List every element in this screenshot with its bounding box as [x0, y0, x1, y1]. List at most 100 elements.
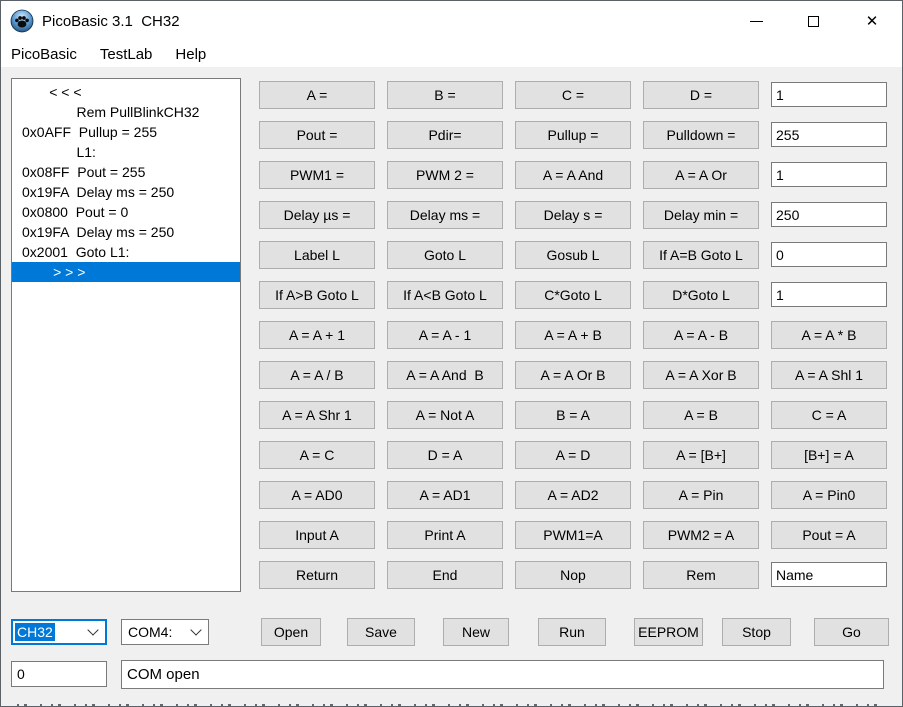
titlebar: PicoBasic 3.1 CH32 ✕ — [1, 1, 902, 41]
value-input[interactable] — [771, 202, 887, 227]
menu-picobasic[interactable]: PicoBasic — [3, 43, 85, 66]
grid-button[interactable]: If A=B Goto L — [643, 241, 759, 269]
grid-button[interactable]: If A<B Goto L — [387, 281, 503, 309]
value-input[interactable] — [771, 242, 887, 267]
grid-button[interactable]: A = A Xor B — [643, 361, 759, 389]
code-listbox[interactable]: < < < Rem PullBlinkCH320x0AFF Pullup = 2… — [11, 78, 241, 592]
grid-button[interactable]: A = A + B — [515, 321, 631, 349]
code-line[interactable]: Rem PullBlinkCH32 — [12, 102, 240, 122]
open-button[interactable]: Open — [261, 618, 321, 646]
grid-button[interactable]: A = A Shr 1 — [259, 401, 375, 429]
code-line[interactable]: < < < — [12, 82, 240, 102]
grid-button[interactable]: Label L — [259, 241, 375, 269]
value-input[interactable] — [771, 282, 887, 307]
grid-button[interactable]: Pdir= — [387, 121, 503, 149]
name-input[interactable] — [771, 562, 887, 587]
code-line[interactable]: 0x19FA Delay ms = 250 — [12, 182, 240, 202]
grid-button[interactable]: A = A And — [515, 161, 631, 189]
grid-button[interactable]: C = — [515, 81, 631, 109]
grid-button[interactable]: B = A — [515, 401, 631, 429]
grid-button[interactable]: Pout = — [259, 121, 375, 149]
grid-button[interactable]: A = C — [259, 441, 375, 469]
eeprom-button[interactable]: EEPROM — [634, 618, 703, 646]
grid-button[interactable]: Pullup = — [515, 121, 631, 149]
stop-button[interactable]: Stop — [722, 618, 791, 646]
code-line-selected[interactable]: > > > — [12, 262, 240, 282]
paw-app-icon[interactable] — [10, 9, 34, 33]
grid-button[interactable]: A = AD2 — [515, 481, 631, 509]
run-button[interactable]: Run — [538, 618, 606, 646]
grid-button[interactable]: Delay µs = — [259, 201, 375, 229]
grid-button[interactable]: A = A / B — [259, 361, 375, 389]
grid-button[interactable]: Pulldown = — [643, 121, 759, 149]
value-input[interactable] — [771, 82, 887, 107]
grid-button[interactable]: D = A — [387, 441, 503, 469]
status-message-input[interactable] — [121, 660, 884, 689]
menu-help[interactable]: Help — [167, 43, 214, 66]
grid-button[interactable]: A = A Or — [643, 161, 759, 189]
code-line[interactable]: 0x0800 Pout = 0 — [12, 202, 240, 222]
grid-button[interactable]: Nop — [515, 561, 631, 589]
grid-button[interactable]: A = Pin0 — [771, 481, 887, 509]
code-line[interactable]: 0x2001 Goto L1: — [12, 242, 240, 262]
grid-button[interactable]: A = [B+] — [643, 441, 759, 469]
counter-input[interactable] — [11, 661, 107, 687]
grid-button[interactable]: A = — [259, 81, 375, 109]
grid-button[interactable]: A = Pin — [643, 481, 759, 509]
new-button[interactable]: New — [443, 618, 509, 646]
code-line[interactable]: 0x0AFF Pullup = 255 — [12, 122, 240, 142]
grid-button[interactable]: Print A — [387, 521, 503, 549]
grid-button[interactable]: A = A - B — [643, 321, 759, 349]
grid-button[interactable]: Delay s = — [515, 201, 631, 229]
grid-button[interactable]: [B+] = A — [771, 441, 887, 469]
code-line[interactable]: 0x08FF Pout = 255 — [12, 162, 240, 182]
device-combobox[interactable]: CH32 — [11, 619, 107, 645]
code-line[interactable]: L1: — [12, 142, 240, 162]
grid-button[interactable]: D = — [643, 81, 759, 109]
grid-button[interactable]: PWM1 = — [259, 161, 375, 189]
close-icon: ✕ — [866, 14, 879, 29]
grid-button[interactable]: Delay min = — [643, 201, 759, 229]
grid-button[interactable]: Rem — [643, 561, 759, 589]
grid-button[interactable]: A = A And B — [387, 361, 503, 389]
grid-button[interactable]: D*Goto L — [643, 281, 759, 309]
grid-button[interactable]: If A>B Goto L — [259, 281, 375, 309]
grid-button[interactable]: Gosub L — [515, 241, 631, 269]
grid-button[interactable]: PWM2 = A — [643, 521, 759, 549]
grid-button[interactable]: B = — [387, 81, 503, 109]
value-input[interactable] — [771, 162, 887, 187]
close-button[interactable]: ✕ — [849, 1, 895, 41]
grid-button[interactable]: A = AD0 — [259, 481, 375, 509]
value-input[interactable] — [771, 122, 887, 147]
save-button[interactable]: Save — [347, 618, 415, 646]
grid-row: A = A / B A = A And B A = A Or B A = A Xor … — [259, 361, 899, 389]
grid-row: A = B = C = D = — [259, 81, 899, 109]
grid-button[interactable]: A = AD1 — [387, 481, 503, 509]
port-combobox[interactable]: COM4: — [121, 619, 209, 645]
grid-button[interactable]: PWM 2 = — [387, 161, 503, 189]
go-button[interactable]: Go — [814, 618, 889, 646]
maximize-button[interactable] — [790, 1, 836, 41]
grid-button[interactable]: Delay ms = — [387, 201, 503, 229]
grid-button[interactable]: End — [387, 561, 503, 589]
command-grid: A = B = C = D = Pout = Pdir= Pullup = Pulldown … — [259, 81, 899, 601]
grid-button[interactable]: Goto L — [387, 241, 503, 269]
grid-button[interactable]: Input A — [259, 521, 375, 549]
grid-button[interactable]: A = A - 1 — [387, 321, 503, 349]
grid-button[interactable]: A = A * B — [771, 321, 887, 349]
menubar: PicoBasic TestLab Help — [1, 41, 902, 67]
grid-button[interactable]: PWM1=A — [515, 521, 631, 549]
menu-testlab[interactable]: TestLab — [92, 43, 161, 66]
grid-button[interactable]: A = Not A — [387, 401, 503, 429]
grid-button[interactable]: A = B — [643, 401, 759, 429]
code-line[interactable]: 0x19FA Delay ms = 250 — [12, 222, 240, 242]
grid-button[interactable]: Return — [259, 561, 375, 589]
grid-button[interactable]: A = A Shl 1 — [771, 361, 887, 389]
minimize-button[interactable] — [733, 1, 779, 41]
grid-button[interactable]: A = D — [515, 441, 631, 469]
grid-button[interactable]: C*Goto L — [515, 281, 631, 309]
grid-button[interactable]: C = A — [771, 401, 887, 429]
grid-button[interactable]: A = A + 1 — [259, 321, 375, 349]
grid-button[interactable]: A = A Or B — [515, 361, 631, 389]
grid-button[interactable]: Pout = A — [771, 521, 887, 549]
